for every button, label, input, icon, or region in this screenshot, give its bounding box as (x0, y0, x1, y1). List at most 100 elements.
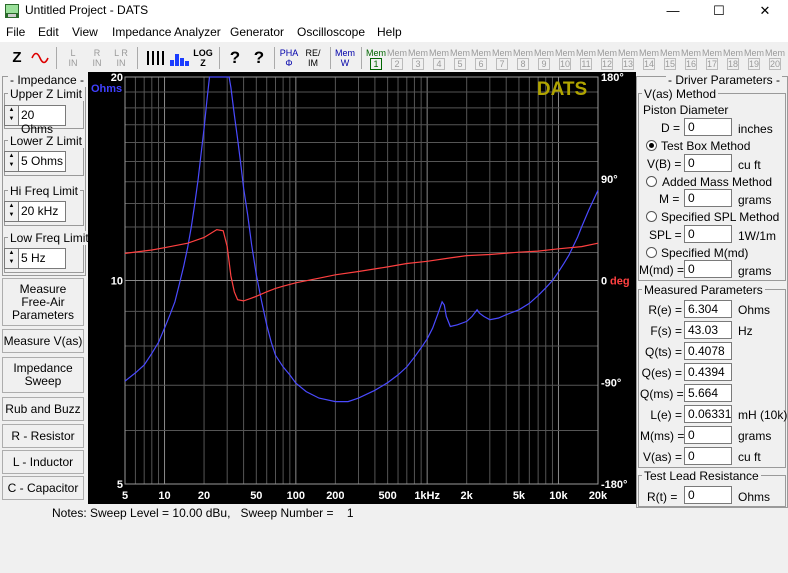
x-tick-label: 5k (513, 490, 526, 502)
left-input-button[interactable]: L IN (62, 48, 84, 68)
x-tick-label: 200 (326, 490, 344, 502)
memory-slot-3-button[interactable]: Mem 3 (408, 48, 428, 70)
memory-slot-number: 7 (496, 58, 508, 70)
menu-file[interactable]: File (6, 25, 25, 39)
lower-z-stepper[interactable]: ▲ ▼ 5 Ohms (4, 151, 66, 172)
memory-slot-7-button[interactable]: Mem 7 (492, 48, 512, 70)
re-im-button[interactable]: RE/ IM (302, 48, 324, 68)
capacitor-button[interactable]: C - Capacitor (2, 476, 84, 500)
impedance-chart[interactable]: 5 10 20 50 100 200 500 1kHz 2k 5k 10k 20k20105Ohms1… (88, 72, 636, 504)
memory-slot-16-button[interactable]: Mem 16 (681, 48, 701, 70)
dats-watermark: DATS (537, 79, 587, 100)
memory-slot-19-button[interactable]: Mem 19 (744, 48, 764, 70)
x-tick-label: 100 (287, 490, 305, 502)
memory-slot-12-button[interactable]: Mem 12 (597, 48, 617, 70)
memory-slot-1-button[interactable]: Mem 1 (366, 48, 386, 70)
memory-slot-label: Mem (492, 48, 512, 58)
stepper-arrows-icon[interactable]: ▲ ▼ (5, 152, 19, 171)
memory-slot-label: Mem (408, 48, 428, 58)
x-tick-label: 50 (250, 490, 262, 502)
memory-slot-6-button[interactable]: Mem 6 (471, 48, 491, 70)
memory-slot-14-button[interactable]: Mem 14 (639, 48, 659, 70)
box-volume-input[interactable]: 0 (684, 154, 732, 172)
memory-slot-9-button[interactable]: Mem 9 (534, 48, 554, 70)
measured-param-label: L(e) = (650, 408, 682, 422)
memory-slot-10-button[interactable]: Mem 10 (555, 48, 575, 70)
lr-input-button[interactable]: L R IN (110, 48, 132, 68)
stepper-arrows-icon[interactable]: ▲ ▼ (5, 202, 19, 221)
specified-spl-label: Specified SPL Method (661, 210, 780, 224)
memory-slot-15-button[interactable]: Mem 15 (660, 48, 680, 70)
minimize-button[interactable]: — (650, 0, 696, 22)
hi-freq-stepper[interactable]: ▲ ▼ 20 kHz (4, 201, 66, 222)
measure-free-air-button[interactable]: Measure Free-Air Parameters (2, 278, 84, 326)
low-freq-stepper[interactable]: ▲ ▼ 5 Hz (4, 248, 66, 269)
menu-impedance-analyzer[interactable]: Impedance Analyzer (112, 25, 221, 39)
rub-and-buzz-button[interactable]: Rub and Buzz (2, 397, 84, 421)
window-title: Untitled Project - DATS (25, 3, 149, 17)
toolbar-separator (361, 47, 362, 69)
memory-slot-13-button[interactable]: Mem 13 (618, 48, 638, 70)
memory-slot-label: Mem (765, 48, 785, 58)
inductor-button[interactable]: L - Inductor (2, 450, 84, 474)
menu-help[interactable]: Help (377, 25, 402, 39)
measured-param-value: 43.03 (684, 321, 732, 339)
memory-slot-20-button[interactable]: Mem 20 (765, 48, 785, 70)
memory-slot-number: 5 (454, 58, 466, 70)
test-box-radio[interactable] (646, 140, 657, 151)
generator-mode-button[interactable] (30, 48, 52, 68)
memory-slot-5-button[interactable]: Mem 5 (450, 48, 470, 70)
right-input-button[interactable]: R IN (86, 48, 108, 68)
measured-param-label: Q(es) = (641, 366, 682, 380)
memory-slot-label: Mem (660, 48, 680, 58)
piston-diameter-input[interactable]: 0 (684, 118, 732, 136)
measured-param-value: 0 (684, 447, 732, 465)
menu-view[interactable]: View (72, 25, 98, 39)
deg-axis-label: deg (610, 276, 630, 288)
maximize-button[interactable]: ☐ (696, 0, 742, 22)
measured-parameters-title: Measured Parameters (642, 283, 765, 297)
specified-spl-radio[interactable] (646, 211, 657, 222)
log-z-button[interactable]: LOG Z (192, 48, 214, 68)
notes-label: Notes: (52, 506, 87, 520)
added-mass-radio[interactable] (646, 176, 657, 187)
menu-generator[interactable]: Generator (230, 25, 284, 39)
context-help-button[interactable]: ? (248, 48, 270, 68)
resistor-button[interactable]: R - Resistor (2, 424, 84, 448)
test-lead-input[interactable]: 0 (684, 486, 732, 504)
bar-graph-button[interactable] (168, 48, 190, 68)
memory-slot-number: 2 (391, 58, 403, 70)
help-button[interactable]: ? (224, 48, 246, 68)
memory-slot-11-button[interactable]: Mem 11 (576, 48, 596, 70)
memory-slot-17-button[interactable]: Mem 17 (702, 48, 722, 70)
impedance-mode-button[interactable]: Z (6, 48, 28, 68)
impedance-sweep-button[interactable]: Impedance Sweep (2, 357, 84, 393)
menu-edit[interactable]: Edit (38, 25, 59, 39)
stepper-arrows-icon[interactable]: ▲ ▼ (5, 106, 19, 125)
memory-slot-4-button[interactable]: Mem 4 (429, 48, 449, 70)
specified-mmd-radio[interactable] (646, 247, 657, 258)
vertical-bars-button[interactable] (144, 48, 166, 68)
memory-slot-number: 11 (580, 58, 592, 70)
added-mass-input[interactable]: 0 (684, 189, 732, 207)
memory-slot-number: 12 (601, 58, 613, 70)
measured-param-unit: grams (738, 429, 772, 443)
stepper-arrows-icon[interactable]: ▲ ▼ (5, 249, 19, 268)
measured-param-unit: cu ft (738, 450, 761, 464)
x-tick-label: 20 (198, 490, 210, 502)
memory-slot-label: Mem (639, 48, 659, 58)
memory-write-button[interactable]: Mem W (334, 48, 356, 68)
close-button[interactable]: ✕ (742, 0, 788, 22)
mmd-input[interactable]: 0 (684, 260, 732, 278)
memory-slot-label: Mem (597, 48, 617, 58)
upper-z-stepper[interactable]: ▲ ▼ 20 Ohms (4, 105, 66, 136)
memory-slot-8-button[interactable]: Mem 8 (513, 48, 533, 70)
spl-input[interactable]: 0 (684, 225, 732, 243)
menu-oscilloscope[interactable]: Oscilloscope (297, 25, 365, 39)
memory-slot-2-button[interactable]: Mem 2 (387, 48, 407, 70)
memory-slot-18-button[interactable]: Mem 18 (723, 48, 743, 70)
measure-vas-button[interactable]: Measure V(as) (2, 329, 84, 353)
measured-param-value: 0.4394 (684, 363, 732, 381)
memory-slot-number: 3 (412, 58, 424, 70)
phase-button[interactable]: PHA Φ (278, 48, 300, 68)
